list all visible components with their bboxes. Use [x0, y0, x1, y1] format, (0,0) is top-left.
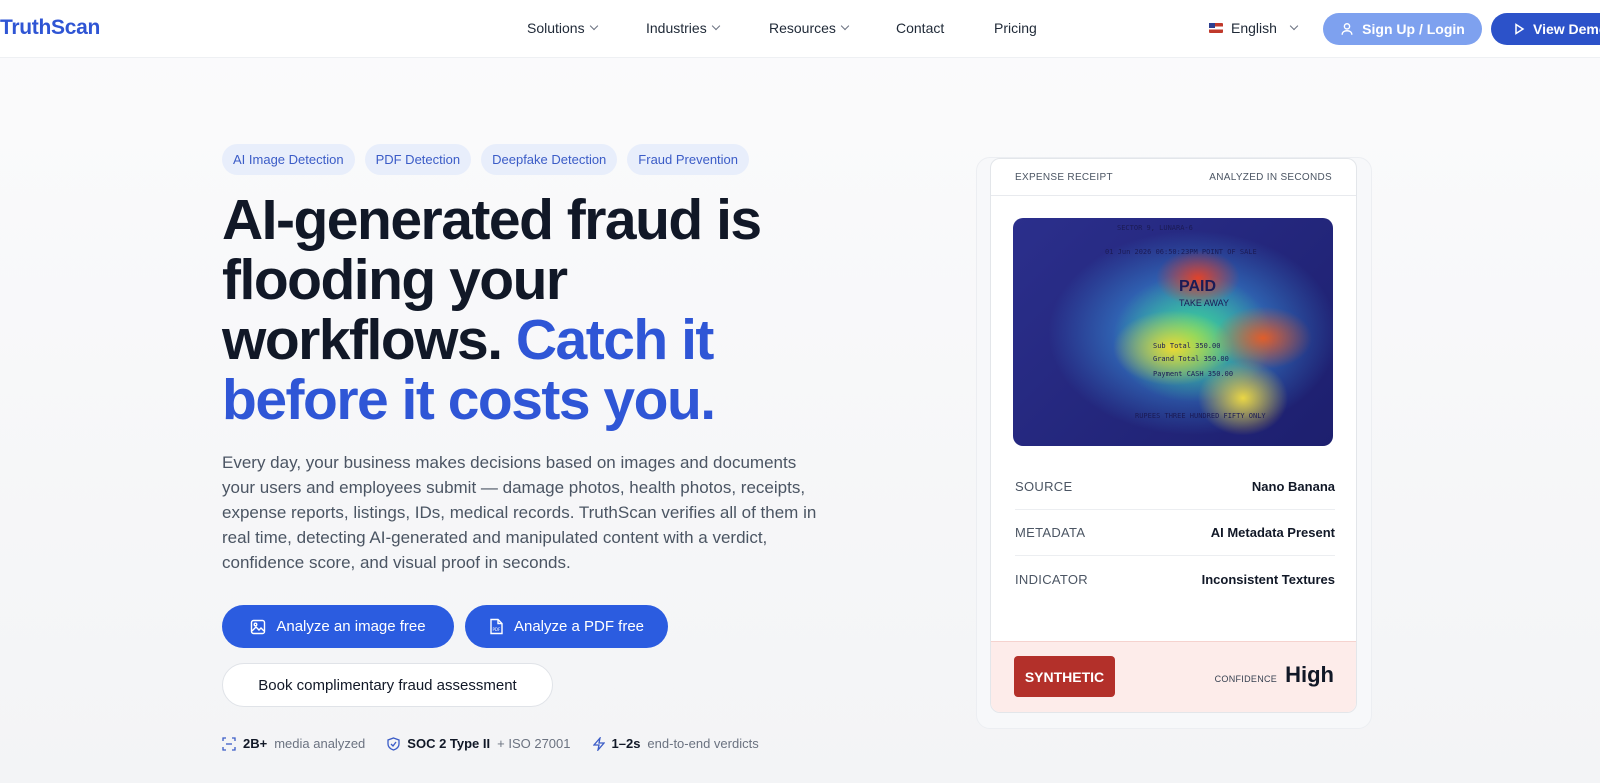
receipt-line: SECTOR 9, LUNARA-6	[1117, 224, 1193, 232]
card-header: EXPENSE RECEIPT ANALYZED IN SECONDS	[991, 159, 1356, 196]
card-header-right: ANALYZED IN SECONDS	[1209, 171, 1332, 183]
detail-key: INDICATOR	[1015, 571, 1089, 587]
view-demo-label: View Demo	[1533, 21, 1600, 37]
book-assessment-label: Book complimentary fraud assessment	[258, 676, 517, 694]
nav-contact[interactable]: Contact	[896, 20, 944, 36]
receipt-paid-text: PAID	[1179, 278, 1217, 295]
receipt-line: Sub Total 350.00	[1153, 342, 1221, 350]
hero-description: Every day, your business makes decisions…	[222, 453, 817, 572]
verdict-bar: SYNTHETIC CONFIDENCE High	[991, 641, 1356, 712]
analyze-pdf-button[interactable]: PDF Analyze a PDF free	[465, 605, 668, 648]
nav-resources[interactable]: Resources	[769, 20, 850, 36]
receipt-line: Grand Total 350.00	[1153, 355, 1229, 363]
language-selector[interactable]: English	[1209, 20, 1299, 36]
receipt-line: 01 Jun 2026 06:50:23PM POINT OF SALE	[1105, 248, 1257, 256]
stat-media-analyzed: 2B+ media analyzed	[222, 736, 365, 751]
stat-soc2-text: + ISO 27001	[497, 736, 571, 751]
card-header-left: EXPENSE RECEIPT	[1015, 171, 1113, 183]
nav-resources-label: Resources	[769, 20, 836, 36]
signup-login-button[interactable]: Sign Up / Login	[1323, 13, 1482, 45]
receipt-line: Payment CASH 350.00	[1153, 370, 1234, 378]
confidence-display: CONFIDENCE High	[1215, 662, 1334, 688]
stat-speed-value: 1–2s	[611, 736, 641, 751]
receipt-take-away: TAKE AWAY	[1179, 298, 1230, 308]
chevron-down-icon	[840, 21, 850, 31]
stat-verdict-speed: 1–2s end-to-end verdicts	[592, 736, 759, 751]
view-demo-button[interactable]: View Demo	[1491, 13, 1600, 45]
stat-media-text: media analyzed	[274, 736, 366, 751]
us-flag-icon	[1209, 23, 1223, 33]
trust-stats: 2B+ media analyzed SOC 2 Type II + ISO 2…	[222, 736, 759, 751]
analyze-image-label: Analyze an image free	[276, 618, 426, 635]
user-icon	[1340, 22, 1354, 36]
nav-contact-label: Contact	[896, 20, 945, 36]
svg-text:PDF: PDF	[492, 627, 500, 632]
signup-login-label: Sign Up / Login	[1362, 21, 1465, 37]
play-icon	[1513, 23, 1525, 35]
book-assessment-button[interactable]: Book complimentary fraud assessment	[222, 663, 553, 707]
image-icon	[250, 619, 266, 635]
stat-soc2: SOC 2 Type II + ISO 27001	[387, 736, 571, 751]
receipt-heatmap-image: SECTOR 9, LUNARA-6 01 Jun 2026 06:50:23P…	[1013, 218, 1333, 446]
detail-value: AI Metadata Present	[1210, 525, 1335, 540]
hero-headline: AI-generated fraud is flooding your work…	[222, 190, 842, 430]
receipt-line: RUPEES THREE HUNDRED FIFTY ONLY	[1135, 412, 1266, 420]
confidence-value: High	[1285, 662, 1334, 687]
analyze-pdf-label: Analyze a PDF free	[513, 618, 645, 635]
stat-speed-text: end-to-end verdicts	[647, 736, 759, 751]
feature-chips: AI Image Detection PDF Detection Deepfak…	[222, 144, 750, 175]
logo[interactable]: TruthScan	[0, 16, 100, 40]
chevron-down-icon	[589, 21, 598, 31]
top-nav: TruthScan Solutions Industries Resources…	[0, 0, 1600, 58]
analyze-image-button[interactable]: Analyze an image free	[222, 605, 454, 648]
lightning-icon	[592, 736, 605, 751]
nav-solutions-label: Solutions	[527, 20, 585, 36]
analysis-card: EXPENSE RECEIPT ANALYZED IN SECONDS SECT…	[990, 158, 1357, 713]
chip-ai-image-detection[interactable]: AI Image Detection	[222, 144, 355, 175]
chevron-down-icon	[711, 21, 720, 31]
stat-media-value: 2B+	[243, 736, 268, 751]
detail-row-indicator: INDICATOR Inconsistent Textures	[1015, 556, 1335, 602]
scan-icon	[222, 736, 236, 751]
detail-key: SOURCE	[1015, 479, 1073, 494]
detail-row-source: SOURCE Nano Banana	[1015, 464, 1335, 510]
analysis-details: SOURCE Nano Banana METADATA AI Metadata …	[1015, 464, 1335, 602]
detail-value: Inconsistent Textures	[1201, 571, 1335, 587]
detail-row-metadata: METADATA AI Metadata Present	[1015, 510, 1335, 556]
nav-pricing-label: Pricing	[994, 20, 1037, 36]
synthetic-badge: SYNTHETIC	[1014, 656, 1115, 697]
pdf-file-icon: PDF	[489, 618, 504, 635]
chevron-down-icon	[1289, 21, 1299, 31]
detail-value: Nano Banana	[1251, 479, 1335, 494]
shield-icon	[387, 736, 400, 751]
nav-industries[interactable]: Industries	[646, 20, 720, 36]
detail-key: METADATA	[1015, 525, 1086, 540]
chip-deepfake-detection[interactable]: Deepfake Detection	[481, 144, 618, 175]
chip-fraud-prevention[interactable]: Fraud Prevention	[627, 144, 750, 175]
stat-soc2-value: SOC 2 Type II	[407, 736, 491, 751]
nav-industries-label: Industries	[646, 20, 707, 36]
confidence-label: CONFIDENCE	[1214, 674, 1278, 684]
chip-pdf-detection[interactable]: PDF Detection	[364, 144, 472, 175]
nav-pricing[interactable]: Pricing	[994, 20, 1037, 36]
language-label: English	[1231, 20, 1277, 36]
nav-solutions[interactable]: Solutions	[527, 20, 598, 36]
